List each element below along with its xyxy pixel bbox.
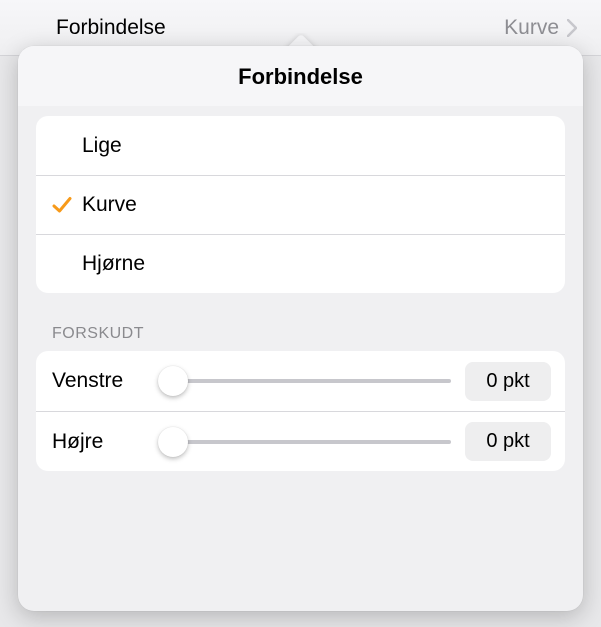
header-value: Kurve [504, 16, 559, 40]
offset-slider-left[interactable] [158, 366, 451, 396]
option-lige[interactable]: Lige [36, 116, 565, 175]
popover: Forbindelse Lige Kurve Hjør [18, 46, 583, 611]
slider-track [158, 379, 451, 383]
offset-value-left[interactable]: 0 pkt [465, 362, 551, 401]
offset-section-header: FORSKUDT [36, 293, 565, 351]
slider-track [158, 440, 451, 444]
offset-row-left: Venstre 0 pkt [36, 351, 565, 411]
chevron-right-icon [567, 19, 577, 37]
header-label: Forbindelse [56, 16, 166, 40]
option-label: Lige [82, 134, 547, 158]
connection-option-list: Lige Kurve Hjørne [36, 116, 565, 293]
slider-thumb[interactable] [158, 427, 188, 457]
option-label: Kurve [82, 193, 547, 217]
option-kurve[interactable]: Kurve [36, 175, 565, 234]
option-hjorne[interactable]: Hjørne [36, 234, 565, 293]
popover-content: Lige Kurve Hjørne FORSKUDT [18, 106, 583, 611]
popover-title: Forbindelse [18, 46, 583, 106]
offset-slider-right[interactable] [158, 427, 451, 457]
checkmark-icon [52, 195, 72, 215]
popover-container: Forbindelse Lige Kurve Hjør [18, 46, 583, 611]
offset-row-right: Højre 0 pkt [36, 411, 565, 471]
check-slot [52, 195, 82, 215]
slider-thumb[interactable] [158, 366, 188, 396]
offset-label-left: Venstre [52, 369, 144, 393]
offset-value-right[interactable]: 0 pkt [465, 422, 551, 461]
header-value-wrap: Kurve [504, 16, 577, 40]
option-label: Hjørne [82, 252, 547, 276]
offset-label-right: Højre [52, 430, 144, 454]
offset-slider-list: Venstre 0 pkt Højre 0 pkt [36, 351, 565, 471]
